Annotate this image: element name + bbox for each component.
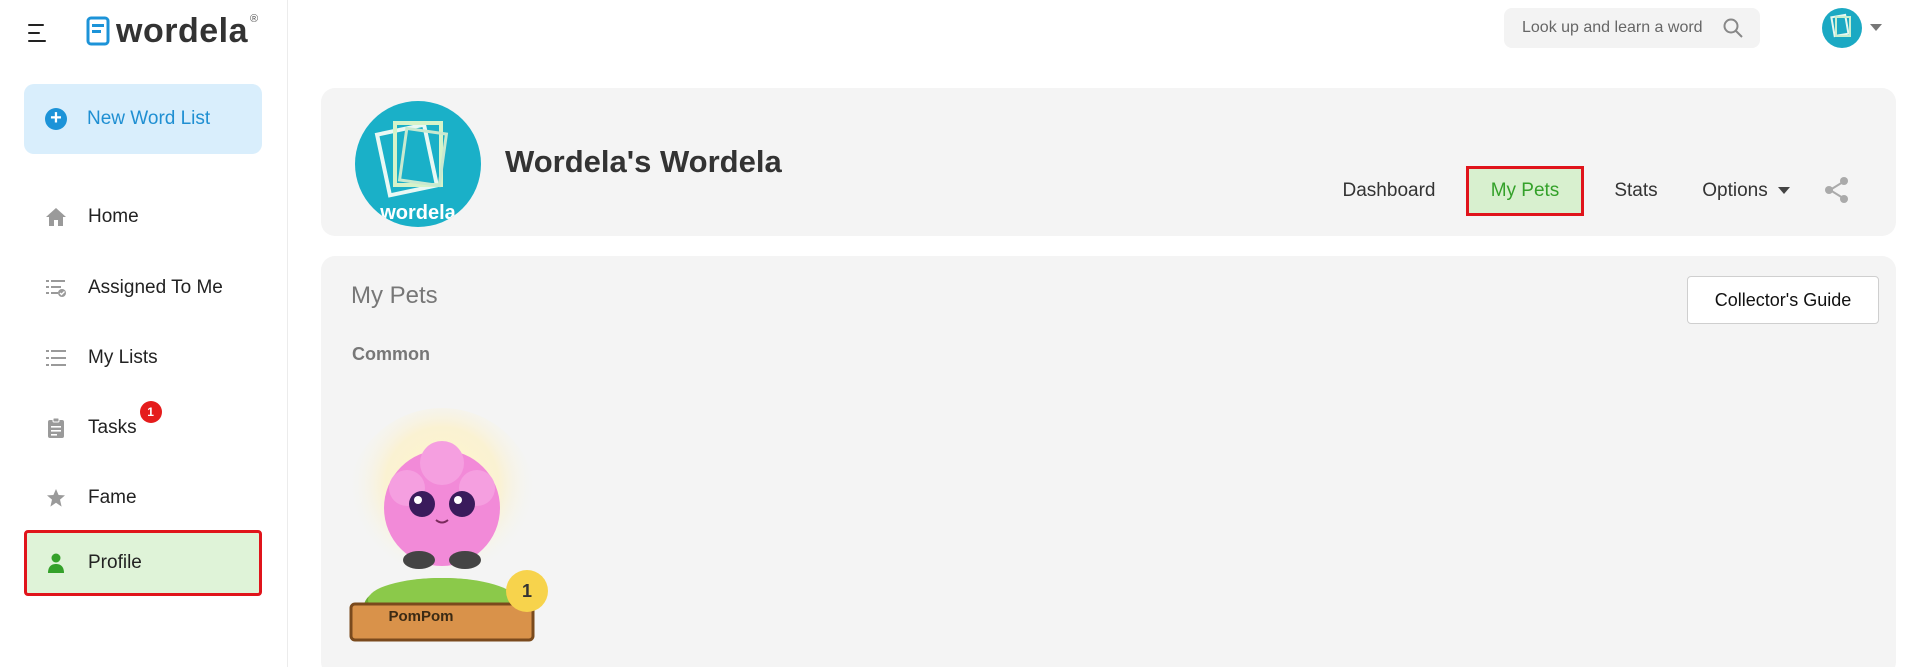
tab-label: Stats: [1614, 180, 1658, 201]
sidebar-item-tasks[interactable]: Tasks 1: [24, 398, 262, 458]
my-pets-card: My Pets Collector's Guide Common PomPom …: [321, 256, 1896, 667]
new-word-list-label: New Word List: [87, 108, 211, 129]
chevron-down-icon[interactable]: [1870, 24, 1882, 32]
sidebar-item-label: Tasks 1: [88, 401, 162, 439]
logo-text: wordela: [116, 12, 248, 50]
tab-dashboard[interactable]: Dashboard: [1327, 166, 1451, 216]
pet-count-badge: 1: [506, 570, 548, 612]
new-word-list-button[interactable]: + New Word List: [24, 84, 262, 154]
assigned-list-icon: [44, 276, 68, 300]
sidebar: wordela ® + New Word List Home Assigned …: [0, 0, 288, 667]
collectors-guide-button[interactable]: Collector's Guide: [1687, 276, 1879, 324]
profile-avatar-logo-icon: wordela: [374, 121, 457, 224]
tab-label: Dashboard: [1342, 180, 1436, 201]
sidebar-item-label: Profile: [88, 552, 142, 573]
rarity-section-label: Common: [352, 344, 430, 364]
pet-name-label: PomPom: [388, 608, 454, 625]
svg-text:wordela: wordela: [379, 202, 456, 224]
tab-label: My Pets: [1490, 180, 1560, 201]
plus-circle-icon: +: [45, 108, 67, 130]
sidebar-item-label: Assigned To Me: [88, 277, 223, 298]
profile-name: Wordela's Wordela: [505, 144, 782, 179]
logo-registered-mark: ®: [249, 13, 259, 25]
sidebar-item-label: Fame: [88, 487, 137, 508]
chevron-down-icon: [1777, 187, 1790, 194]
share-icon[interactable]: [1823, 176, 1851, 204]
sidebar-item-label: My Lists: [88, 347, 158, 368]
logo-book-icon: [86, 16, 110, 46]
user-avatar[interactable]: [1822, 8, 1862, 48]
profile-header-card: wordela Wordela's Wordela Dashboard My P…: [321, 88, 1896, 236]
logo[interactable]: wordela ®: [84, 12, 259, 50]
profile-avatar: wordela: [355, 101, 481, 227]
sidebar-item-home[interactable]: Home: [24, 187, 262, 247]
sidebar-item-label: Home: [88, 206, 139, 227]
tasks-notification-badge: 1: [139, 401, 162, 423]
avatar-book-icon: [1830, 13, 1851, 38]
sidebar-item-my-lists[interactable]: My Lists: [24, 328, 262, 388]
person-icon: [44, 551, 68, 575]
tasks-label: Tasks: [88, 417, 137, 438]
tab-stats[interactable]: Stats: [1596, 166, 1676, 216]
search-icon[interactable]: [1722, 17, 1744, 39]
tab-my-pets[interactable]: My Pets: [1466, 166, 1584, 216]
sidebar-item-fame[interactable]: Fame: [24, 468, 262, 528]
hamburger-menu-icon[interactable]: [28, 24, 48, 42]
search-input[interactable]: Look up and learn a word: [1504, 8, 1760, 48]
tab-label: Options: [1702, 180, 1768, 201]
tab-options[interactable]: Options: [1691, 166, 1801, 216]
my-pets-title: My Pets: [351, 282, 438, 309]
star-icon: [44, 486, 68, 510]
sidebar-item-assigned[interactable]: Assigned To Me: [24, 258, 262, 318]
home-icon: [44, 205, 68, 229]
clipboard-icon: [44, 416, 68, 440]
search-placeholder: Look up and learn a word: [1522, 19, 1703, 36]
list-icon: [44, 346, 68, 370]
sidebar-item-profile[interactable]: Profile: [24, 530, 262, 596]
app-root: wordela ® + New Word List Home Assigned …: [0, 0, 1918, 667]
